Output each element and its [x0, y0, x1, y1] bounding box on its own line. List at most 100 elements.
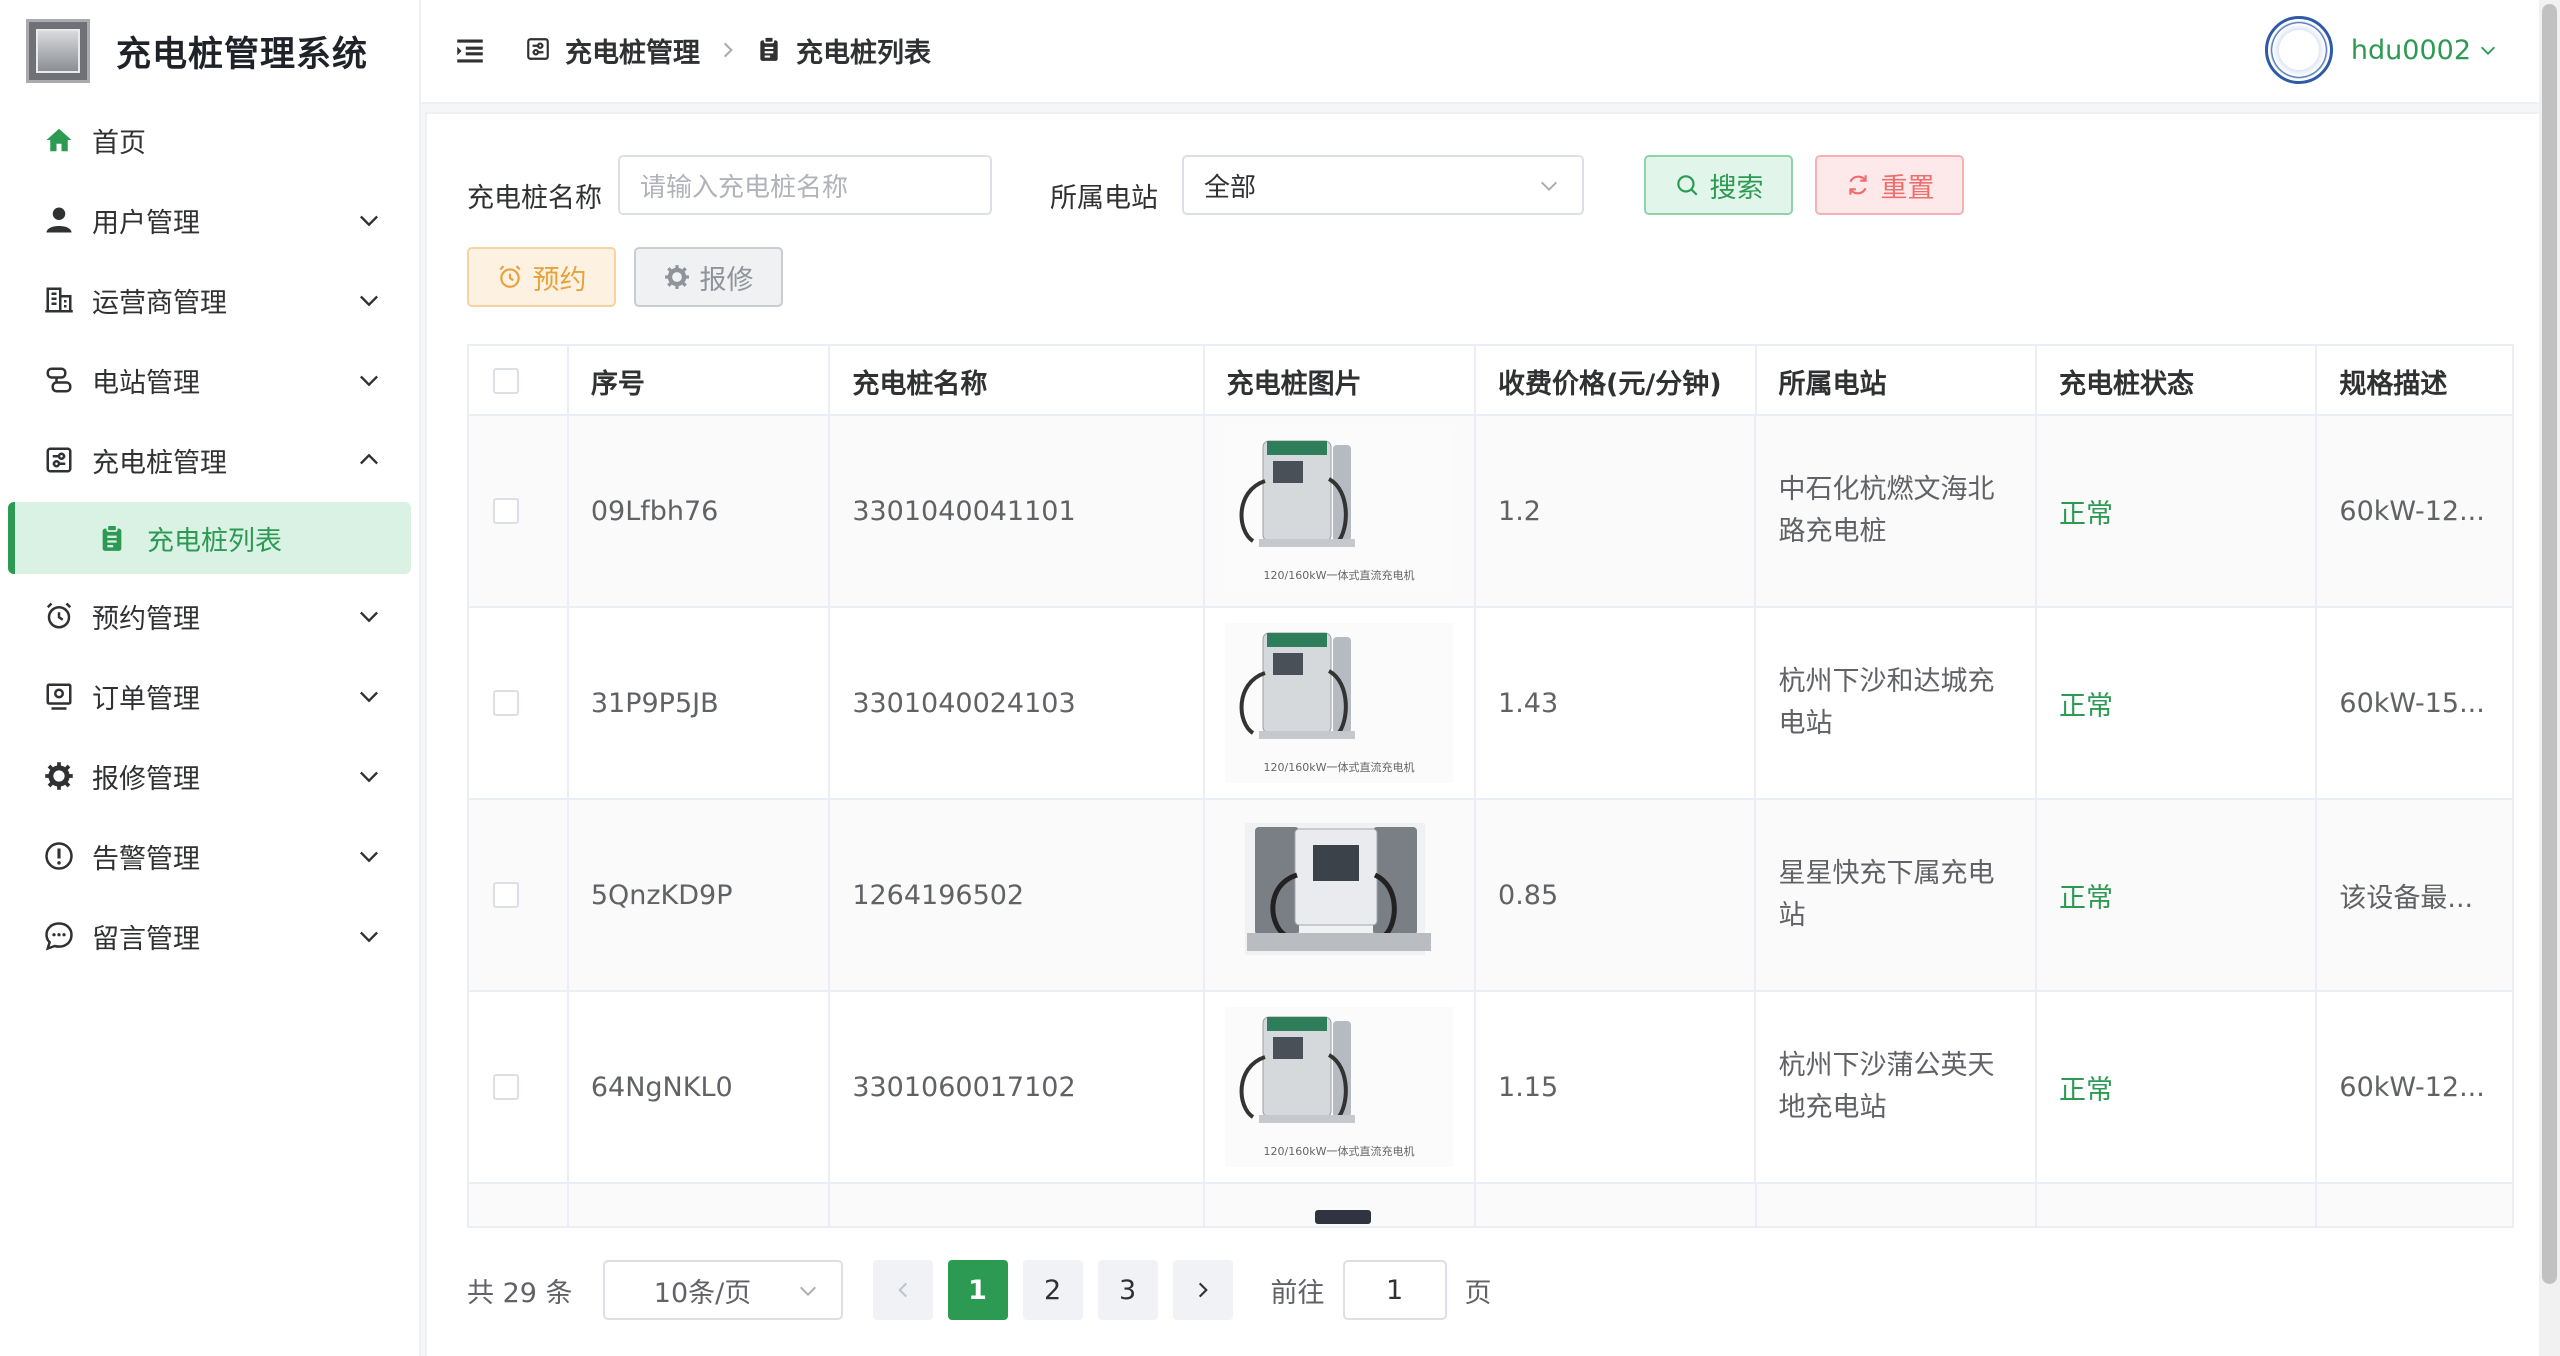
name-cell: 3301040041101 — [830, 416, 1205, 606]
pagination: 共 29 条 10条/页 1 2 3 前往 1 页 — [467, 1260, 1492, 1320]
status-cell: 正常 — [2037, 416, 2318, 606]
next-page-button[interactable] — [1172, 1260, 1233, 1320]
sidebar-item-label: 预约管理 — [92, 603, 200, 635]
name-cell: 3301060017102 — [830, 992, 1205, 1182]
page-button-2[interactable]: 2 — [1022, 1260, 1083, 1320]
sidebar-item-repairs[interactable]: 报修管理 — [0, 736, 421, 816]
breadcrumb-item-charger-list: 充电桩列表 — [796, 37, 931, 69]
brand: 充电桩管理系统 — [26, 17, 368, 85]
reset-button[interactable]: 重置 — [1815, 155, 1964, 215]
column-header: 收费价格(元/分钟) — [1476, 346, 1757, 416]
station-line: 星星快充下属充电 — [1778, 858, 1995, 889]
image-cell: 120/160kW一体式直流充电机 — [1205, 992, 1477, 1182]
chevron-down-icon[interactable] — [2477, 39, 2499, 61]
charger-icon — [525, 36, 553, 64]
user-menu[interactable]: hdu0002 — [2264, 16, 2499, 84]
sidebar-item-charger-list[interactable]: 充电桩列表 — [8, 502, 411, 574]
image-cell: 120/160kW一体式直流充电机 — [1205, 416, 1477, 606]
search-button-label: 搜索 — [1709, 172, 1764, 204]
breadcrumb-item-charger-management[interactable]: 充电桩管理 — [565, 31, 700, 70]
name-cell — [830, 1184, 1205, 1226]
scrollbar-thumb[interactable] — [2542, 4, 2557, 1284]
avatar[interactable] — [2264, 16, 2333, 84]
sidebar-item-stations[interactable]: 电站管理 — [0, 340, 421, 420]
app-logo — [26, 19, 90, 83]
chevron-right-icon — [718, 40, 738, 60]
chevron-left-icon — [897, 1282, 907, 1298]
charger-icon — [42, 443, 76, 477]
station-cell: 中石化杭燃文海北 路充电桩 — [1756, 416, 2037, 606]
column-header: 充电桩名称 — [830, 346, 1205, 416]
table-row[interactable]: 09Lfbh76 3301040041101 120/160kW一体式直流充电机 — [469, 416, 2512, 608]
prev-page-button[interactable] — [872, 1260, 933, 1320]
id-cell — [569, 1184, 831, 1226]
repair-button[interactable]: 报修 — [634, 247, 783, 307]
building-icon — [42, 283, 76, 317]
charger-image[interactable]: 120/160kW一体式直流充电机 — [1224, 623, 1453, 783]
station-line: 杭州下沙蒲公英天 — [1778, 1050, 1995, 1081]
clipboard-icon — [756, 36, 784, 64]
station-select-value: 全部 — [1204, 172, 1257, 203]
table-header: 序号 充电桩名称 充电桩图片 收费价格(元/分钟) 所属电站 充电桩状态 规格描… — [469, 346, 2512, 416]
charger-image[interactable]: 120/160kW一体式直流充电机 — [1224, 431, 1453, 591]
select-all-cell — [469, 346, 569, 416]
charger-image[interactable] — [1225, 1184, 1453, 1224]
content-card: 充电桩名称 请输入充电桩名称 所属电站 全部 搜索 重置 预约 报修 序号 充电… — [425, 112, 2539, 1356]
id-cell: 31P9P5JB — [569, 608, 831, 798]
page-button-3[interactable]: 3 — [1097, 1260, 1158, 1320]
status-cell: 正常 — [2037, 800, 2318, 990]
sidebar-item-messages[interactable]: 留言管理 — [0, 896, 421, 976]
goto-page-input[interactable]: 1 — [1342, 1260, 1447, 1320]
status-cell — [2037, 1184, 2318, 1226]
charger-name-placeholder: 请输入充电桩名称 — [640, 172, 849, 203]
search-icon — [1674, 172, 1700, 198]
column-header: 充电桩状态 — [2037, 346, 2318, 416]
sidebar-item-operators[interactable]: 运营商管理 — [0, 260, 421, 340]
table-row[interactable] — [469, 1184, 2512, 1226]
charger-table: 序号 充电桩名称 充电桩图片 收费价格(元/分钟) 所属电站 充电桩状态 规格描… — [467, 344, 2514, 1228]
table-row[interactable]: 64NgNKL0 3301060017102 120/160kW一体式直流充电机 — [469, 992, 2512, 1184]
breadcrumb: 充电桩管理 充电桩列表 — [525, 28, 931, 72]
page-size-select[interactable]: 10条/页 — [602, 1260, 843, 1320]
top-header: 充电桩管理 充电桩列表 hdu0002 — [421, 0, 2539, 104]
sidebar-item-label: 运营商管理 — [92, 287, 227, 319]
row-checkbox[interactable] — [493, 690, 519, 716]
sidebar-item-home[interactable]: 首页 — [0, 100, 421, 180]
sidebar-item-reservations[interactable]: 预约管理 — [0, 576, 421, 656]
spec-cell: 60kW-12... — [2339, 495, 2485, 527]
page-scrollbar[interactable] — [2539, 0, 2560, 1356]
charger-name-input[interactable]: 请输入充电桩名称 — [618, 155, 992, 215]
sidebar-item-label: 用户管理 — [92, 207, 200, 239]
status-cell: 正常 — [2037, 608, 2318, 798]
sidebar-item-orders[interactable]: 订单管理 — [0, 656, 421, 736]
chevron-down-icon — [1541, 181, 1557, 191]
charger-image[interactable] — [1224, 815, 1453, 975]
table-row[interactable]: 31P9P5JB 3301040024103 120/160kW一体式直流充电机 — [469, 608, 2512, 800]
row-select-cell — [469, 992, 569, 1182]
charger-image[interactable]: 120/160kW一体式直流充电机 — [1224, 1007, 1453, 1167]
search-button[interactable]: 搜索 — [1644, 155, 1793, 215]
sidebar-item-users[interactable]: 用户管理 — [0, 180, 421, 260]
page-button-1[interactable]: 1 — [947, 1260, 1008, 1320]
goto-suffix: 页 — [1464, 1277, 1492, 1309]
price-cell: 0.85 — [1476, 800, 1757, 990]
spec-cell: 该设备最... — [2339, 882, 2474, 914]
row-select-cell — [469, 416, 569, 606]
home-icon — [42, 123, 76, 157]
row-checkbox[interactable] — [493, 498, 519, 524]
table-row[interactable]: 5QnzKD9P 1264196502 0.85 星星快充下属充电 站 正常 该… — [469, 800, 2512, 992]
sidebar-item-alarms[interactable]: 告警管理 — [0, 816, 421, 896]
username[interactable]: hdu0002 — [2351, 35, 2471, 66]
menu-collapse-icon[interactable] — [453, 34, 487, 68]
sidebar-item-label: 充电桩管理 — [92, 447, 227, 479]
station-select[interactable]: 全部 — [1182, 155, 1584, 215]
row-checkbox[interactable] — [493, 882, 519, 908]
sidebar-item-label: 充电桩列表 — [147, 525, 282, 557]
row-checkbox[interactable] — [493, 1074, 519, 1100]
sidebar-item-chargers[interactable]: 充电桩管理 — [0, 420, 421, 500]
sidebar-item-label: 告警管理 — [92, 843, 200, 875]
station-cell: 杭州下沙蒲公英天 地充电站 — [1756, 992, 2037, 1182]
select-all-checkbox[interactable] — [493, 368, 519, 394]
reserve-button[interactable]: 预约 — [467, 247, 616, 307]
reset-button-label: 重置 — [1880, 172, 1935, 204]
